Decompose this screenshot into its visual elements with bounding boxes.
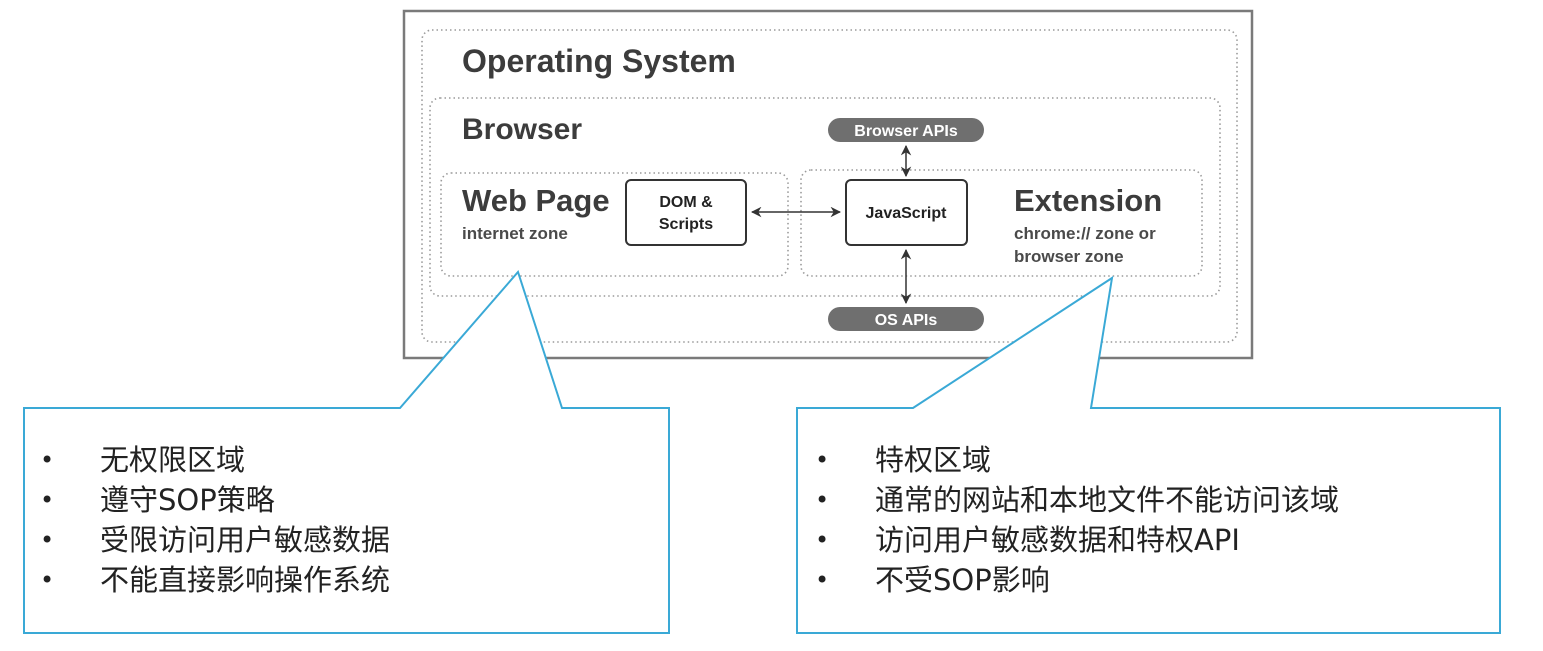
extension-title: Extension	[1014, 183, 1162, 218]
os-title: Operating System	[462, 43, 736, 79]
extension-subtitle-line2: browser zone	[1014, 247, 1124, 266]
left-callout-item: 不能直接影响操作系统	[30, 560, 390, 600]
left-callout-list: 无权限区域 遵守SOP策略 受限访问用户敏感数据 不能直接影响操作系统	[30, 440, 390, 600]
extension-subtitle-line1: chrome:// zone or	[1014, 224, 1156, 243]
right-callout-item: 不受SOP影响	[805, 560, 1339, 600]
right-callout-item: 通常的网站和本地文件不能访问该域	[805, 480, 1339, 520]
dom-scripts-label-line1: DOM &	[659, 194, 713, 211]
os-apis-label: OS APIs	[875, 312, 938, 329]
javascript-label: JavaScript	[866, 205, 948, 222]
right-callout-item: 访问用户敏感数据和特权API	[805, 520, 1339, 560]
left-callout-item: 遵守SOP策略	[30, 480, 390, 520]
web-page-subtitle: internet zone	[462, 224, 568, 243]
browser-title: Browser	[462, 113, 582, 146]
dom-scripts-box	[625, 179, 747, 246]
browser-apis-label: Browser APIs	[854, 123, 958, 140]
dom-scripts-label-line2: Scripts	[659, 216, 713, 233]
left-callout-item: 受限访问用户敏感数据	[30, 520, 390, 560]
web-page-title: Web Page	[462, 183, 610, 218]
right-callout-list: 特权区域 通常的网站和本地文件不能访问该域 访问用户敏感数据和特权API 不受S…	[805, 440, 1339, 600]
diagram-canvas: Operating System Browser Web Page intern…	[0, 0, 1543, 646]
right-callout-item: 特权区域	[805, 440, 1339, 480]
left-callout-item: 无权限区域	[30, 440, 390, 480]
